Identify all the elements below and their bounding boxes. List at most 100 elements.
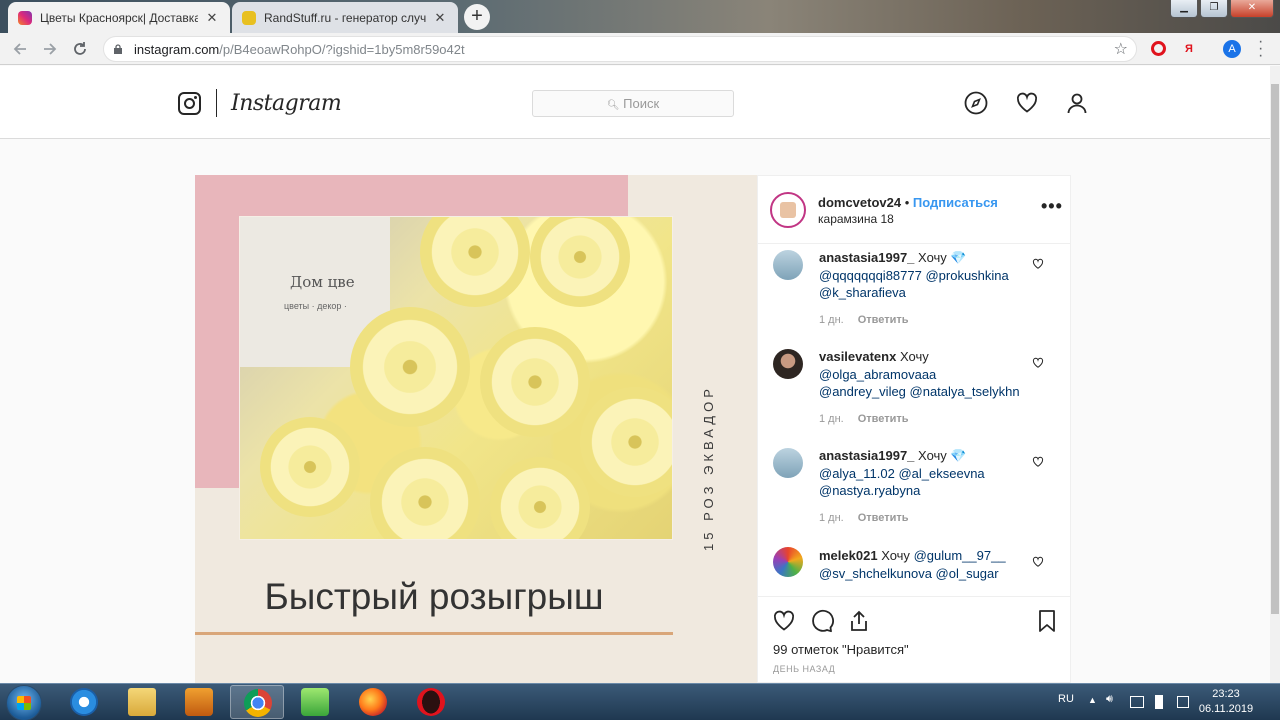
- maximize-button[interactable]: ❐: [1200, 0, 1228, 18]
- share-icon[interactable]: [847, 609, 871, 633]
- post-header: domcvetov24 • Подписаться карамзина 18 •…: [758, 176, 1070, 244]
- clock-time: 23:23: [1212, 688, 1240, 700]
- vertical-caption: 15 РОЗ ЭКВАДОР: [701, 385, 716, 551]
- yandex-extension-icon[interactable]: Я: [1181, 41, 1197, 57]
- tab-close-icon[interactable]: ✕: [432, 10, 448, 26]
- comment-text: Хочу: [899, 349, 929, 364]
- taskbar-ie[interactable]: [57, 685, 111, 719]
- comment-like-heart-icon[interactable]: [1032, 456, 1044, 468]
- bookmark-icon[interactable]: [1035, 609, 1059, 633]
- tab-title: Цветы Красноярск| Доставка в: [40, 10, 198, 25]
- comment-like-heart-icon[interactable]: [1032, 556, 1044, 568]
- browser-menu-icon[interactable]: · · ·: [1258, 34, 1263, 64]
- tray-expand-icon[interactable]: ▲: [1088, 695, 1097, 705]
- start-button[interactable]: [6, 685, 42, 720]
- taskbar-chrome[interactable]: [230, 685, 284, 719]
- minimize-button[interactable]: ▁: [1170, 0, 1198, 18]
- rose: [490, 457, 590, 539]
- profile-user-icon[interactable]: [1065, 91, 1089, 115]
- comment-username[interactable]: melek021: [819, 548, 878, 563]
- music-app-icon: [301, 688, 329, 716]
- comment-avatar[interactable]: [773, 349, 803, 379]
- volume-icon[interactable]: 🔊︎: [1106, 693, 1113, 706]
- comment-avatar[interactable]: [773, 250, 803, 280]
- roses-photo: Дом цве цветы · декор ·: [239, 216, 673, 540]
- comment-like-heart-icon[interactable]: [1032, 357, 1044, 369]
- author-username[interactable]: domcvetov24: [818, 195, 901, 210]
- windows-taskbar: RU ▲ 🔊︎ 23:23 06.11.2019: [0, 683, 1280, 720]
- author-avatar[interactable]: [770, 192, 806, 228]
- reply-button[interactable]: Ответить: [858, 413, 909, 425]
- taskbar-clock[interactable]: 23:23 06.11.2019: [1196, 687, 1256, 717]
- comment-text: Хочу 💎: [918, 250, 967, 265]
- power-icon[interactable]: [1155, 695, 1163, 709]
- search-input[interactable]: 🔍︎ Поиск: [532, 90, 734, 117]
- tab-close-icon[interactable]: ✕: [204, 10, 220, 26]
- comment-time[interactable]: 1 дн.: [819, 512, 844, 524]
- comment-mentions[interactable]: @olga_abramovaaa @andrey_vileg @natalya_…: [819, 367, 1020, 400]
- bookmark-star-icon[interactable]: ☆: [1114, 39, 1128, 59]
- taskbar-music[interactable]: [288, 685, 342, 719]
- tab-instagram[interactable]: Цветы Красноярск| Доставка в ✕: [8, 2, 230, 33]
- comment-avatar[interactable]: [773, 448, 803, 478]
- like-heart-icon[interactable]: [772, 609, 796, 633]
- language-indicator[interactable]: RU: [1058, 693, 1074, 705]
- comments-list[interactable]: anastasia1997_ Хочу 💎 @qqqqqqqi88777 @pr…: [758, 245, 1070, 595]
- comment-time[interactable]: 1 дн.: [819, 314, 844, 326]
- url-path: /p/B4eoawRohpO/?igshid=1by5m8r59o42t: [219, 42, 465, 57]
- comment-meta: 1 дн. Ответить: [819, 413, 909, 425]
- more-options-icon[interactable]: •••: [1041, 196, 1063, 217]
- taskbar-media-player[interactable]: [172, 685, 226, 719]
- tab-randstuff[interactable]: RandStuff.ru - генератор случай ✕: [232, 2, 458, 33]
- browser-tab-bar: Цветы Красноярск| Доставка в ✕ RandStuff…: [0, 0, 1280, 33]
- reply-button[interactable]: Ответить: [858, 314, 909, 326]
- comment-bubble-icon[interactable]: [810, 609, 834, 633]
- action-center-icon[interactable]: [1177, 696, 1189, 708]
- comment-username[interactable]: vasilevatenx: [819, 349, 896, 364]
- media-player-icon: [185, 688, 213, 716]
- rose: [350, 307, 470, 427]
- comment-username[interactable]: anastasia1997_: [819, 250, 914, 265]
- comment-mentions[interactable]: @qqqqqqqi88777 @prokushkina @k_sharafiev…: [819, 268, 1009, 301]
- comment-time[interactable]: 1 дн.: [819, 413, 844, 425]
- explore-compass-icon[interactable]: [964, 91, 988, 115]
- taskbar-opera[interactable]: [404, 685, 458, 719]
- reload-icon: [74, 42, 86, 55]
- opera-extension-icon[interactable]: [1151, 41, 1166, 56]
- comment-like-heart-icon[interactable]: [1032, 258, 1044, 270]
- logo-divider: [216, 89, 217, 117]
- author-line: domcvetov24 • Подписаться: [818, 195, 998, 210]
- likes-count[interactable]: 99 отметок "Нравится": [773, 642, 909, 657]
- network-icon[interactable]: [1130, 696, 1144, 708]
- forward-button[interactable]: [38, 37, 62, 61]
- page-scrollbar[interactable]: [1270, 66, 1280, 683]
- new-tab-button[interactable]: +: [464, 4, 490, 30]
- taskbar-firefox[interactable]: [346, 685, 400, 719]
- url-text: instagram.com/p/B4eoawRohpO/?igshid=1by5…: [134, 42, 465, 57]
- search-icon: 🔍︎: [606, 100, 620, 111]
- back-button[interactable]: [8, 37, 32, 61]
- activity-heart-icon[interactable]: [1015, 91, 1039, 115]
- post-image[interactable]: Дом цве цветы · декор · 15 РОЗ ЭКВАДОР Б…: [195, 175, 757, 683]
- giveaway-title: Быстрый розыгрыш: [264, 576, 604, 617]
- instagram-wordmark[interactable]: Instagram: [231, 91, 342, 116]
- scrollbar-thumb[interactable]: [1271, 84, 1279, 614]
- reply-button[interactable]: Ответить: [858, 512, 909, 524]
- profile-avatar[interactable]: A: [1223, 40, 1241, 58]
- comment-username[interactable]: anastasia1997_: [819, 448, 914, 463]
- post-location[interactable]: карамзина 18: [818, 212, 894, 226]
- comment-body: anastasia1997_ Хочу 💎 @qqqqqqqi88777 @pr…: [819, 249, 1024, 302]
- arrow-left-icon: [13, 43, 26, 55]
- comment-avatar[interactable]: [773, 547, 803, 577]
- comment-meta: 1 дн. Ответить: [819, 512, 909, 524]
- comment-body: melek021 Хочу @gulum__97__ @sv_shchelkun…: [819, 547, 1024, 582]
- close-window-button[interactable]: ✕: [1230, 0, 1274, 18]
- instagram-camera-icon[interactable]: [178, 92, 201, 115]
- browser-toolbar: instagram.com/p/B4eoawRohpO/?igshid=1by5…: [0, 33, 1280, 65]
- taskbar-explorer[interactable]: [115, 685, 169, 719]
- reload-button[interactable]: [68, 37, 92, 61]
- address-bar[interactable]: instagram.com/p/B4eoawRohpO/?igshid=1by5…: [103, 36, 1137, 62]
- comment-mentions[interactable]: @alya_11.02 @al_ekseevna @nastya.ryabyna: [819, 466, 985, 499]
- post-time[interactable]: день назад: [773, 664, 835, 674]
- follow-button[interactable]: Подписаться: [913, 195, 998, 210]
